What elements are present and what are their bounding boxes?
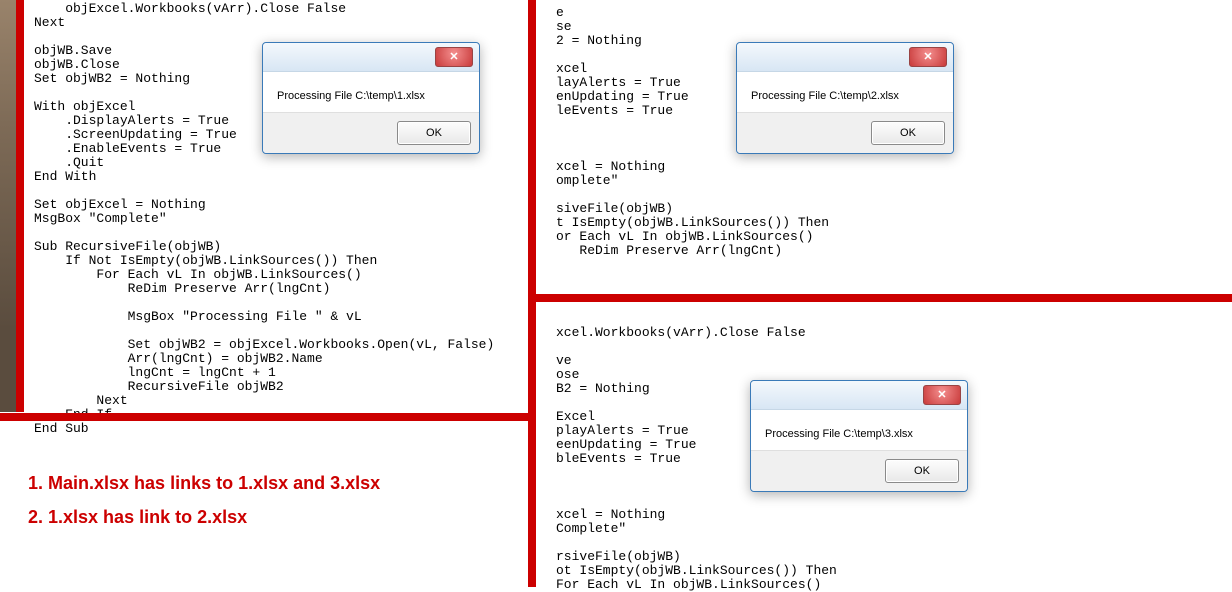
dialog-button-row: OK [751,450,967,491]
msgbox-dialog-2: ✕ Processing File C:\temp\2.xlsx OK [736,42,954,154]
msgbox-dialog-3: ✕ Processing File C:\temp\3.xlsx OK [750,380,968,492]
dialog-button-row: OK [263,112,479,153]
msgbox-dialog-1: ✕ Processing File C:\temp\1.xlsx OK [262,42,480,154]
left-strip [0,0,24,412]
annotation-line-1: 1. Main.xlsx has links to 1.xlsx and 3.x… [28,466,380,500]
close-button[interactable]: ✕ [923,385,961,405]
close-button[interactable]: ✕ [435,47,473,67]
dialog-message: Processing File C:\temp\3.xlsx [751,410,967,450]
ok-button[interactable]: OK [871,121,945,145]
divider-horizontal-right [532,294,1232,302]
ok-button[interactable]: OK [397,121,471,145]
dialog-button-row: OK [737,112,953,153]
divider-horizontal-left [0,413,532,421]
dialog-titlebar[interactable]: ✕ [737,43,953,72]
annotation-line-2: 2. 1.xlsx has link to 2.xlsx [28,500,380,534]
close-button[interactable]: ✕ [909,47,947,67]
ok-button[interactable]: OK [885,459,959,483]
dialog-titlebar[interactable]: ✕ [263,43,479,72]
dialog-message: Processing File C:\temp\2.xlsx [737,72,953,112]
dialog-titlebar[interactable]: ✕ [751,381,967,410]
annotation-text: 1. Main.xlsx has links to 1.xlsx and 3.x… [28,466,380,534]
dialog-message: Processing File C:\temp\1.xlsx [263,72,479,112]
